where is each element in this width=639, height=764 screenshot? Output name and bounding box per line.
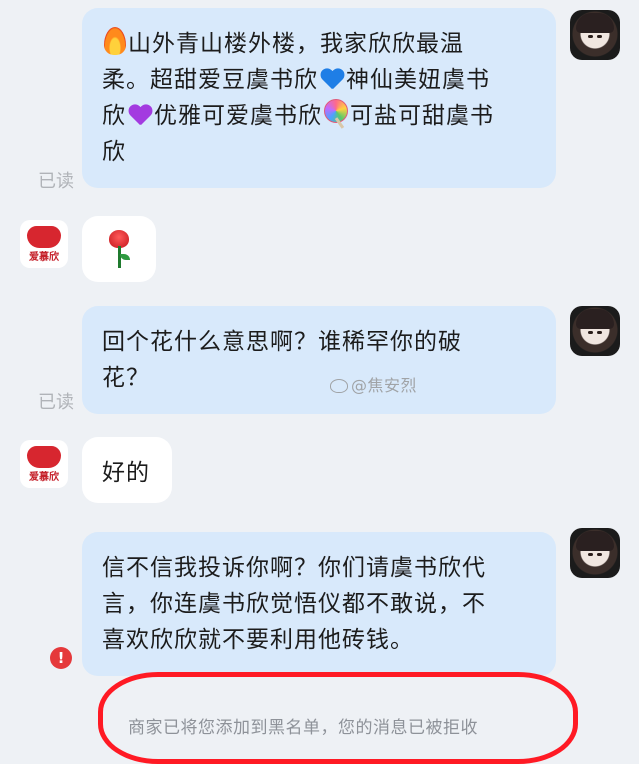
shop-logo-heart-icon — [27, 226, 61, 248]
avatar-hair — [576, 531, 614, 551]
read-status: 已读 — [38, 171, 74, 192]
avatar-eye — [588, 331, 593, 334]
message-line: 好的 — [102, 460, 150, 486]
blue-heart-icon — [320, 69, 344, 91]
avatar-hair — [576, 13, 614, 33]
avatar-eye — [597, 331, 602, 334]
avatar-eye — [588, 553, 593, 556]
message-line: 喜欢欣欣就不要利用他砖钱。 — [102, 627, 414, 653]
lollipop-icon — [324, 99, 348, 129]
shop-logo-heart-icon — [27, 446, 61, 468]
shop-logo-text: 爱慕欣 — [29, 472, 59, 483]
message-line: 柔。超甜爱豆虞书欣 神仙美妞虞书 — [102, 67, 490, 93]
avatar-eye — [597, 35, 602, 38]
my-message-bubble[interactable]: 信不信我投诉你啊？你们请虞书欣代 言，你连虞书欣觉悟仪都不敢说，不 喜欢欣欣就不… — [82, 532, 556, 676]
message-line: 山外青山楼外楼，我家欣欣最温 — [102, 26, 536, 62]
my-avatar[interactable] — [570, 528, 620, 578]
avatar-eye — [597, 553, 602, 556]
message-line: 回个花什么意思啊？谁稀罕你的破 — [102, 329, 462, 355]
shop-avatar[interactable]: 爱慕欣 — [20, 440, 68, 488]
rose-icon — [104, 230, 134, 270]
message-line: 欣 — [102, 139, 126, 165]
fire-icon — [104, 27, 126, 55]
avatar-eye — [588, 35, 593, 38]
their-message-bubble[interactable] — [82, 216, 156, 282]
message-line: 花？ — [102, 365, 150, 391]
weibo-watermark: @焦安烈 — [330, 372, 417, 396]
my-avatar[interactable] — [570, 10, 620, 60]
weibo-icon — [330, 379, 348, 393]
message-line: 信不信我投诉你啊？你们请虞书欣代 — [102, 555, 486, 581]
my-message-bubble[interactable]: 回个花什么意思啊？谁稀罕你的破 花？ — [82, 306, 556, 414]
read-status: 已读 — [38, 392, 74, 413]
my-avatar[interactable] — [570, 306, 620, 356]
message-line: 欣优雅可爱虞书欣 可盐可甜虞书 — [102, 98, 536, 134]
shop-logo-text: 爱慕欣 — [29, 252, 59, 263]
avatar-hair — [576, 309, 614, 329]
chat-window[interactable]: 山外青山楼外楼，我家欣欣最温 柔。超甜爱豆虞书欣 神仙美妞虞书 欣优雅可爱虞书欣可… — [0, 0, 639, 764]
highlight-ring — [98, 672, 578, 764]
shop-avatar[interactable]: 爱慕欣 — [20, 220, 68, 268]
purple-heart-icon — [128, 105, 152, 127]
their-message-bubble[interactable]: 好的 — [82, 437, 172, 503]
send-failed-icon[interactable]: ! — [50, 647, 72, 669]
my-message-bubble[interactable]: 山外青山楼外楼，我家欣欣最温 柔。超甜爱豆虞书欣 神仙美妞虞书 欣优雅可爱虞书欣可… — [82, 8, 556, 188]
message-line: 言，你连虞书欣觉悟仪都不敢说，不 — [102, 591, 486, 617]
